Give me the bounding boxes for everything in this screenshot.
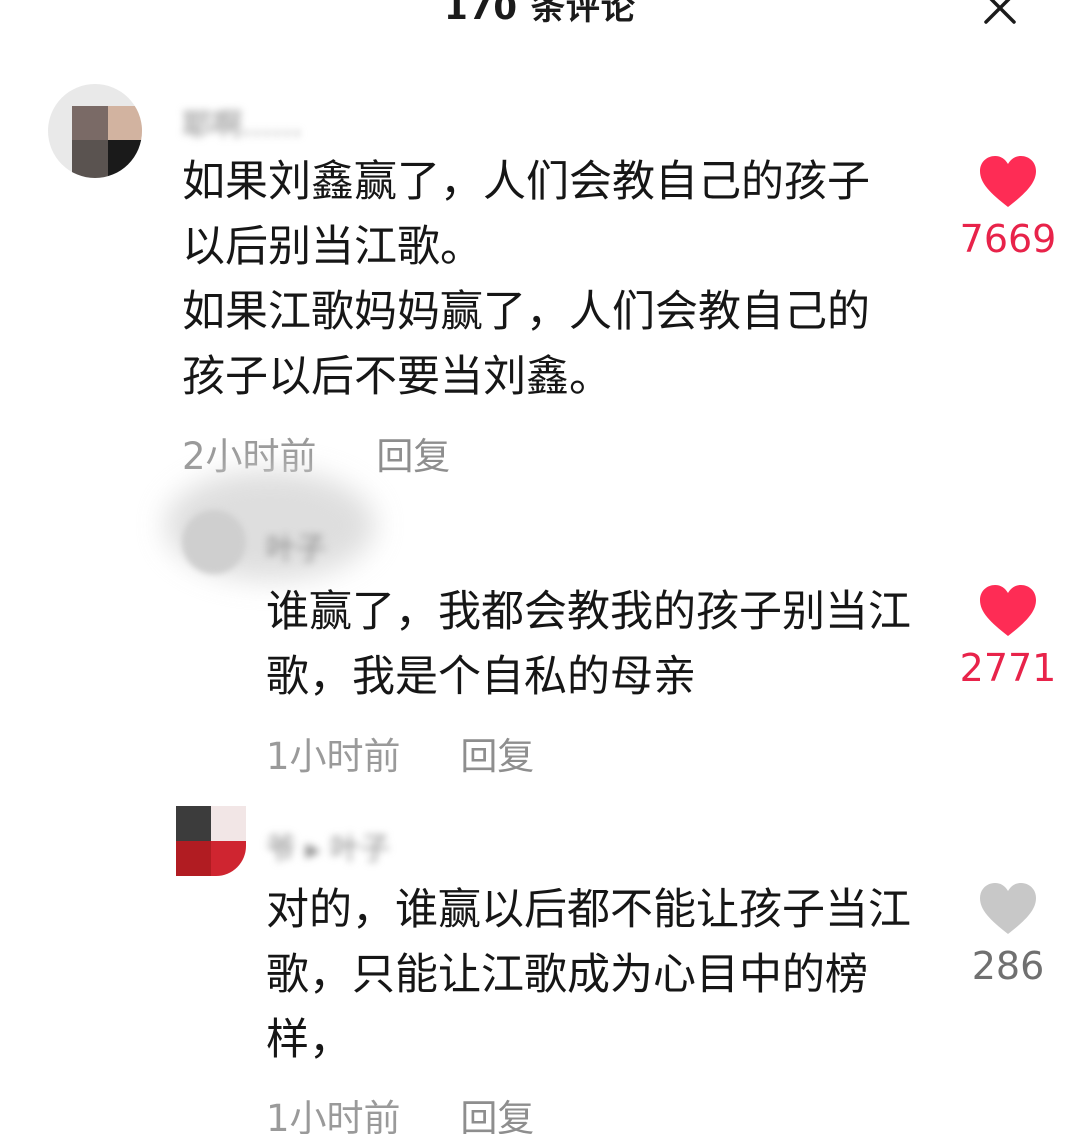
comment-line: 如果刘鑫赢了，人们会教自己的孩子 bbox=[182, 157, 870, 207]
reply-username[interactable]: 爷 ▸ 叶子 bbox=[266, 824, 390, 868]
comment-line: 谁赢了，我都会教我的孩子别当江 bbox=[266, 587, 911, 637]
comment-meta: 2小时前 回复 bbox=[182, 426, 450, 480]
reply-timestamp: 1小时前 bbox=[266, 1097, 401, 1134]
reply-button[interactable]: 回复 bbox=[376, 426, 450, 480]
like-button[interactable]: 2771 bbox=[958, 584, 1058, 690]
reply-timestamp: 1小时前 bbox=[266, 735, 401, 778]
reply-meta: 1小时前 回复 bbox=[266, 726, 534, 780]
avatar[interactable] bbox=[182, 510, 246, 574]
comment-line: 如果江歌妈妈赢了，人们会教自己的 bbox=[182, 287, 870, 337]
reply-meta: 1小时前 回复 bbox=[266, 1088, 534, 1134]
comment-line: 以后别当江歌。 bbox=[182, 222, 483, 272]
reply-item: 叶子 谁赢了，我都会教我的孩子别当江 歌，我是个自私的母亲 1小时前 回复 27… bbox=[0, 480, 1080, 780]
like-button[interactable]: 7669 bbox=[958, 155, 1058, 261]
heart-icon bbox=[980, 156, 1036, 207]
reply-button[interactable]: 回复 bbox=[460, 1088, 534, 1134]
comment-item: 耶啊…… 如果刘鑫赢了，人们会教自己的孩子 以后别当江歌。 如果江歌妈妈赢了，人… bbox=[0, 0, 1080, 480]
reply-text: 对的，谁赢以后都不能让孩子当江 歌，只能让江歌成为心目中的榜 样， bbox=[266, 878, 911, 1073]
comment-line: 样， bbox=[266, 1015, 352, 1065]
comment-line: 歌，我是个自私的母亲 bbox=[266, 652, 696, 702]
reply-item: 爷 ▸ 叶子 对的，谁赢以后都不能让孩子当江 歌，只能让江歌成为心目中的榜 样，… bbox=[0, 790, 1080, 1134]
reply-username[interactable]: 叶子 bbox=[266, 524, 326, 568]
comment-line: 歌，只能让江歌成为心目中的榜 bbox=[266, 950, 868, 1000]
avatar[interactable] bbox=[176, 806, 246, 876]
like-button[interactable]: 286 bbox=[958, 882, 1058, 988]
reply-text: 谁赢了，我都会教我的孩子别当江 歌，我是个自私的母亲 bbox=[266, 580, 911, 710]
heart-icon bbox=[980, 883, 1036, 934]
like-count: 286 bbox=[971, 944, 1045, 988]
comment-username[interactable]: 耶啊…… bbox=[182, 100, 302, 144]
comment-line: 孩子以后不要当刘鑫。 bbox=[182, 352, 612, 402]
avatar[interactable] bbox=[48, 84, 142, 178]
comment-line: 对的，谁赢以后都不能让孩子当江 bbox=[266, 885, 911, 935]
like-count: 2771 bbox=[959, 646, 1057, 690]
heart-icon bbox=[980, 585, 1036, 636]
comment-text: 如果刘鑫赢了，人们会教自己的孩子 以后别当江歌。 如果江歌妈妈赢了，人们会教自己… bbox=[182, 150, 870, 410]
like-count: 7669 bbox=[959, 217, 1057, 261]
comments-panel: 170 条评论 耶啊…… 如果刘鑫赢了，人们会教自己的孩子 以后别当江歌。 如果… bbox=[0, 0, 1080, 1134]
reply-button[interactable]: 回复 bbox=[460, 726, 534, 780]
